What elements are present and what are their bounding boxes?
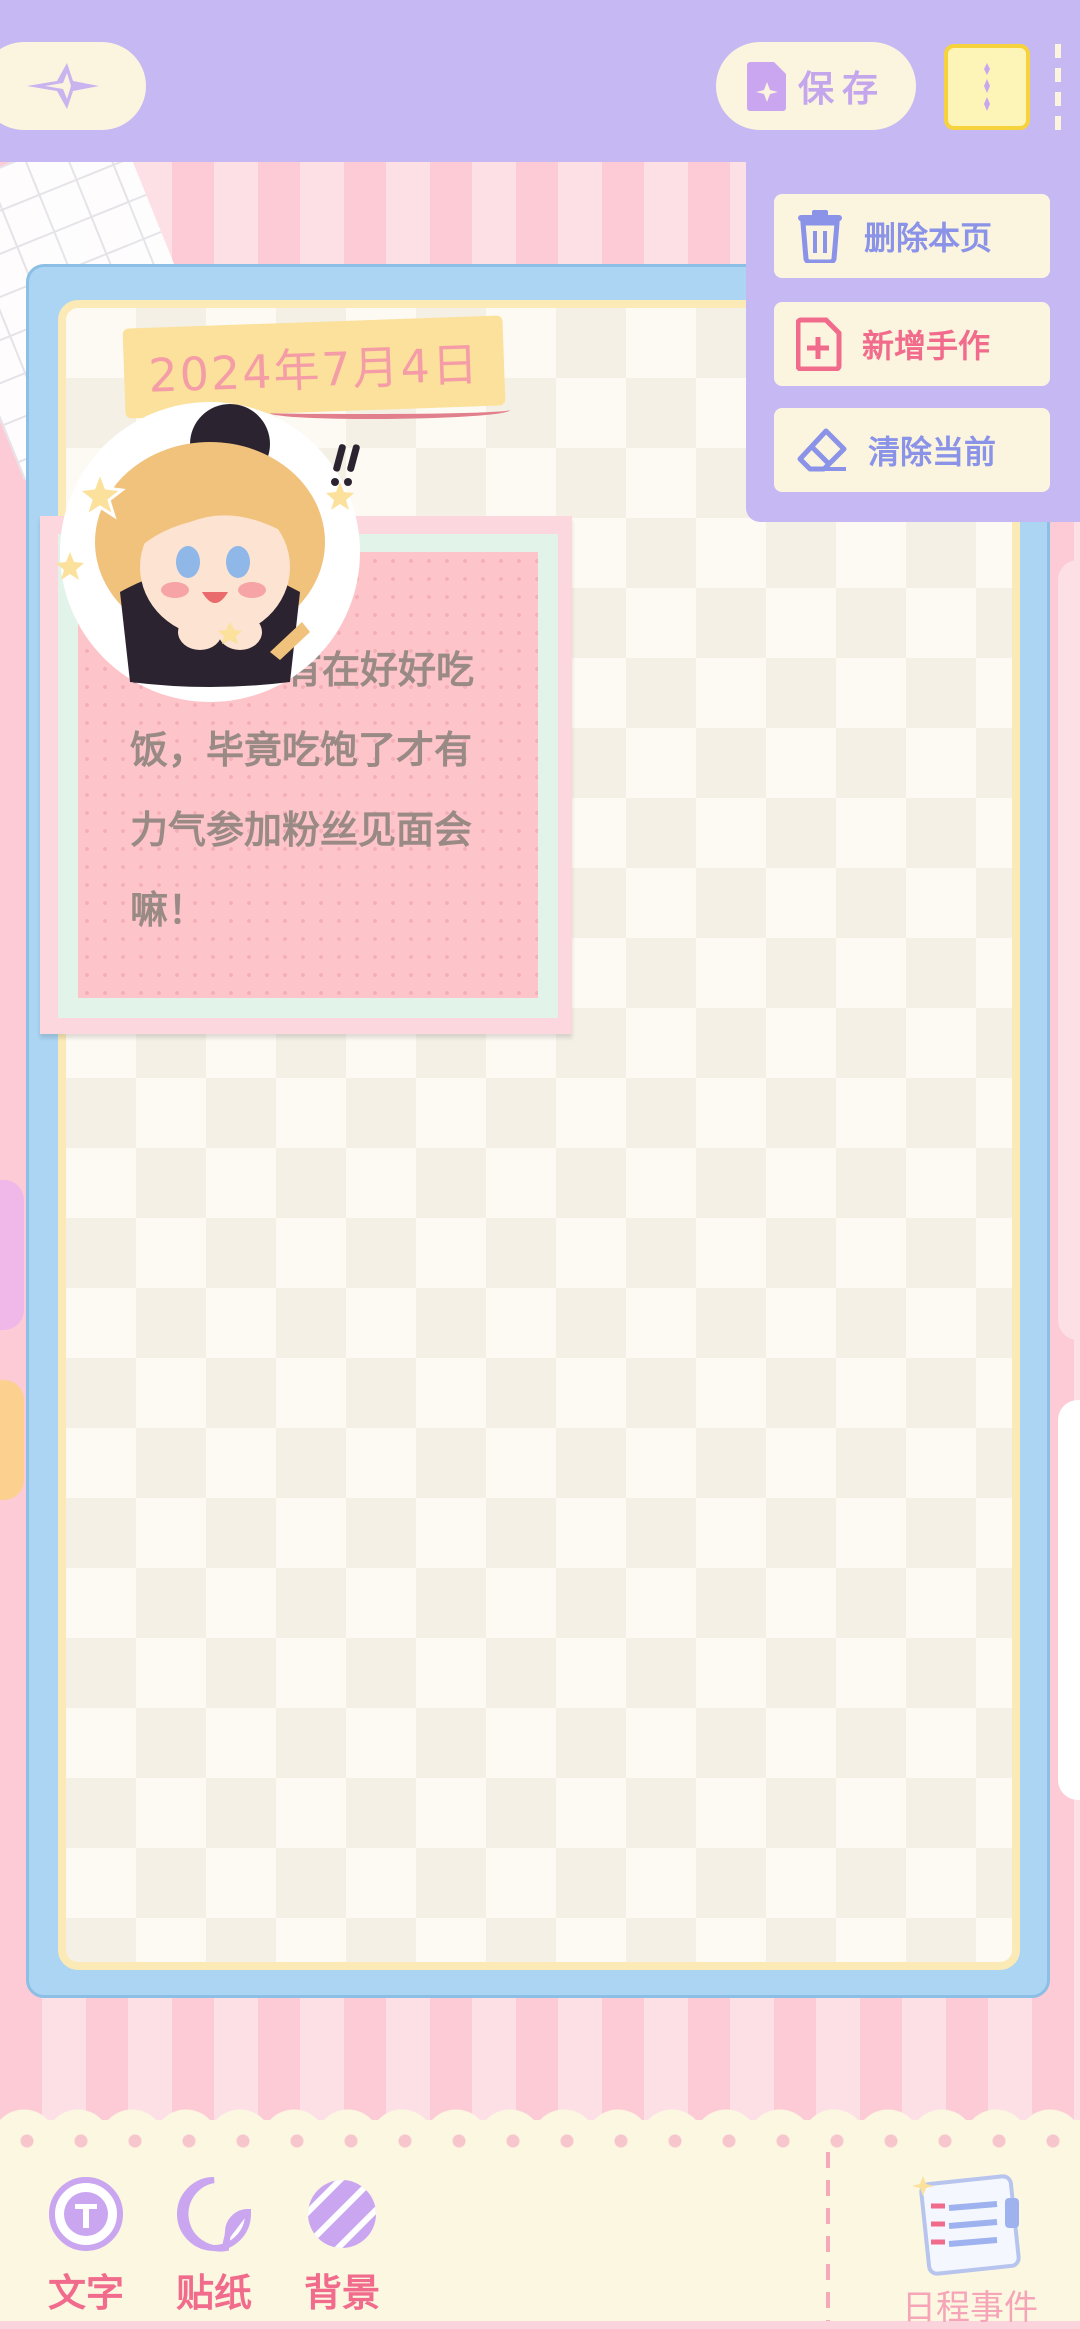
dots-decoration	[0, 2134, 1080, 2148]
eraser-icon	[797, 428, 847, 472]
trash-icon	[798, 210, 842, 263]
schedule-events-button[interactable]: 日程事件	[870, 2166, 1070, 2329]
sticker-tool-button[interactable]: 贴纸	[164, 2176, 264, 2317]
document-save-icon	[746, 62, 786, 111]
character-sticker[interactable]	[40, 392, 390, 712]
left-edge-decoration-2	[0, 1380, 24, 1500]
background-stripes-icon	[308, 2180, 376, 2248]
right-edge-decoration	[1058, 560, 1080, 1340]
right-edge-paper	[1058, 1400, 1080, 1800]
sparkle-back-icon	[27, 63, 99, 109]
sticker-icon	[177, 2177, 251, 2252]
left-edge-decoration	[0, 1180, 24, 1330]
sticker-tool-label: 贴纸	[175, 2271, 252, 2315]
add-craft-button[interactable]: 新增手作	[774, 302, 1050, 386]
text-tool-label: 文字	[47, 2271, 124, 2315]
add-document-icon	[796, 317, 842, 371]
background-tool-label: 背景	[303, 2271, 380, 2315]
more-vertical-icon	[984, 63, 990, 111]
clear-current-label: 清除当前	[868, 433, 997, 471]
toolbar-divider	[826, 2152, 830, 2321]
text-t-icon	[49, 2177, 123, 2251]
text-tool-button[interactable]: 文字	[36, 2176, 136, 2317]
background-tool-button[interactable]: 背景	[292, 2176, 392, 2317]
top-bar	[0, 0, 1080, 162]
options-menu: 删除本页 新增手作 清除当前	[746, 162, 1080, 522]
save-button[interactable]: 保存	[716, 42, 916, 130]
edge-dash-decoration	[1055, 44, 1061, 130]
delete-page-label: 删除本页	[864, 219, 993, 257]
add-craft-label: 新增手作	[862, 327, 991, 365]
back-button[interactable]	[0, 42, 146, 130]
clear-current-button[interactable]: 清除当前	[774, 408, 1050, 492]
save-label: 保存	[797, 69, 886, 110]
schedule-notebook-icon	[912, 2174, 1021, 2276]
delete-page-button[interactable]: 删除本页	[774, 194, 1050, 278]
schedule-events-label: 日程事件	[902, 2288, 1038, 2328]
more-options-button[interactable]	[944, 44, 1030, 130]
